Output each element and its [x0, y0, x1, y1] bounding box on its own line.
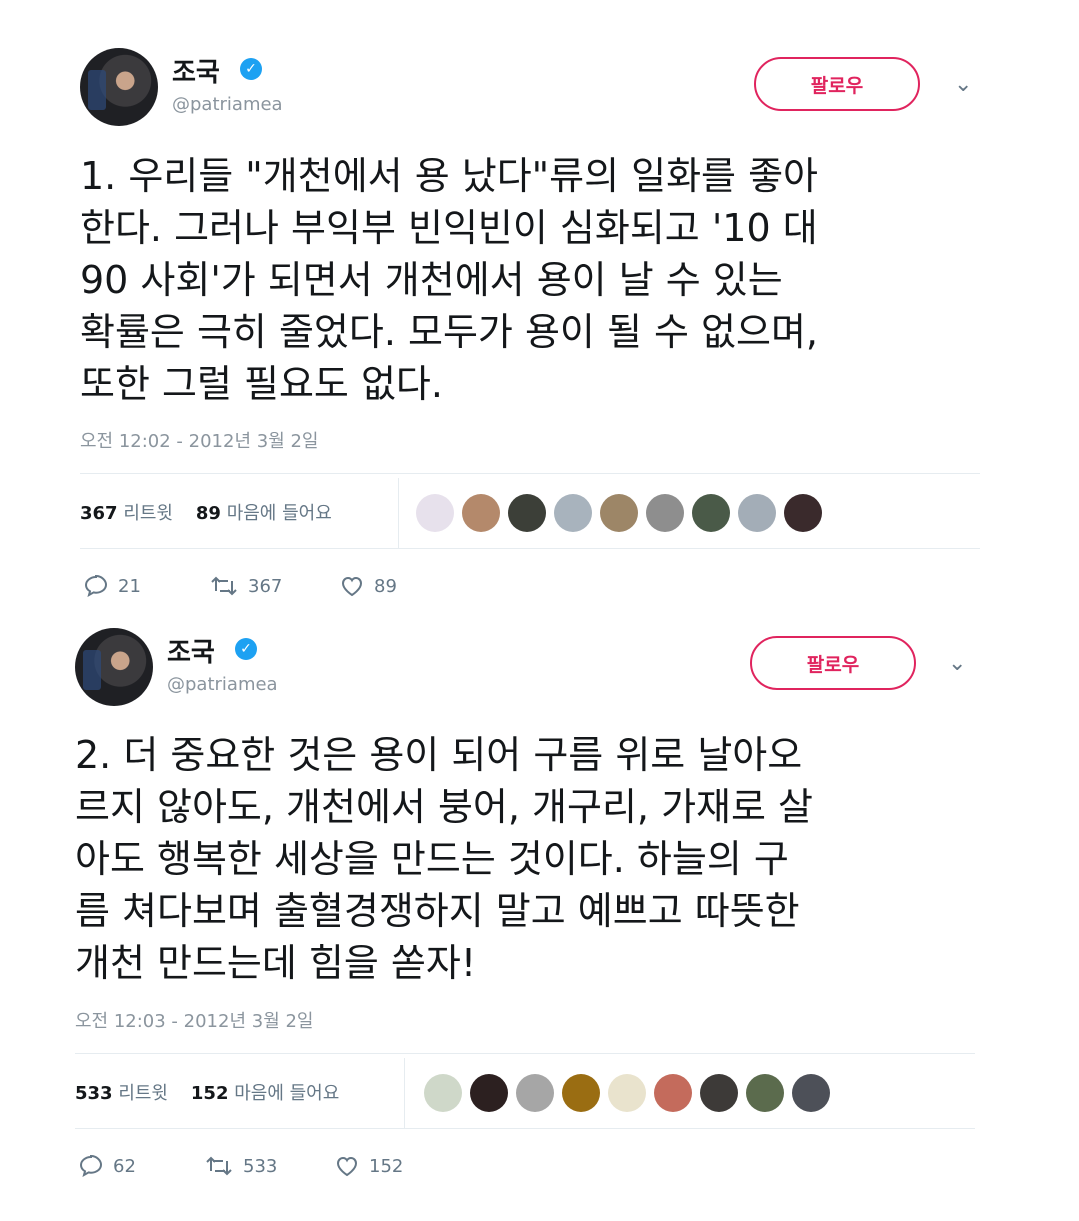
divider — [80, 548, 980, 549]
reply-count: 62 — [113, 1155, 136, 1177]
liker-avatar[interactable] — [424, 1074, 462, 1112]
reply-icon — [84, 575, 108, 597]
like-count: 152 — [369, 1155, 404, 1177]
tweet-text: 2. 더 중요한 것은 용이 되어 구름 위로 날아오 르지 않아도, 개천에서… — [75, 733, 813, 985]
engagement-stats: 367 리트윗 89 마음에 들어요 — [80, 499, 332, 525]
follow-button[interactable]: 팔로우 — [754, 57, 920, 111]
liker-avatar[interactable] — [516, 1074, 554, 1112]
liker-avatar[interactable] — [692, 494, 730, 532]
liker-avatar[interactable] — [608, 1074, 646, 1112]
liker-avatar[interactable] — [562, 1074, 600, 1112]
avatar[interactable] — [75, 628, 153, 706]
like-action[interactable]: 89 — [340, 575, 397, 597]
liker-avatar[interactable] — [416, 494, 454, 532]
handle[interactable]: @patriamea — [167, 674, 278, 695]
retweet-stat[interactable]: 367 리트윗 — [80, 503, 173, 524]
divider — [80, 473, 980, 474]
liker-avatar[interactable] — [700, 1074, 738, 1112]
reply-count: 21 — [118, 575, 141, 597]
liker-avatar[interactable] — [746, 1074, 784, 1112]
retweet-stat[interactable]: 533 리트윗 — [75, 1083, 168, 1104]
verified-badge-icon: ✓ — [240, 58, 262, 80]
retweet-icon — [206, 1156, 232, 1176]
liker-avatar[interactable] — [738, 494, 776, 532]
liker-avatar[interactable] — [508, 494, 546, 532]
liker-avatar[interactable] — [554, 494, 592, 532]
retweet-icon — [211, 576, 237, 596]
likers-avatars — [416, 494, 822, 532]
heart-icon — [341, 576, 363, 597]
retweet-action[interactable]: 367 — [210, 575, 282, 597]
timestamp[interactable]: 오전 12:03 - 2012년 3월 2일 — [75, 1007, 314, 1033]
liker-avatar[interactable] — [792, 1074, 830, 1112]
engagement-stats: 533 리트윗 152 마음에 들어요 — [75, 1079, 339, 1105]
divider — [404, 1058, 405, 1128]
chevron-down-icon[interactable]: ⌄ — [948, 651, 966, 676]
divider — [75, 1053, 975, 1054]
reply-icon — [79, 1155, 103, 1177]
timestamp[interactable]: 오전 12:02 - 2012년 3월 2일 — [80, 427, 319, 453]
retweet-action[interactable]: 533 — [205, 1155, 277, 1177]
liker-avatar[interactable] — [654, 1074, 692, 1112]
verified-badge-icon: ✓ — [235, 638, 257, 660]
likes-stat[interactable]: 152 마음에 들어요 — [191, 1083, 339, 1104]
liker-avatar[interactable] — [470, 1074, 508, 1112]
retweet-count: 533 — [243, 1155, 278, 1177]
liker-avatar[interactable] — [646, 494, 684, 532]
likers-avatars — [424, 1074, 830, 1112]
divider — [75, 1128, 975, 1129]
liker-avatar[interactable] — [784, 494, 822, 532]
reply-action[interactable]: 62 — [79, 1155, 136, 1177]
like-action[interactable]: 152 — [335, 1155, 403, 1177]
reply-action[interactable]: 21 — [84, 575, 141, 597]
liker-avatar[interactable] — [600, 494, 638, 532]
like-count: 89 — [374, 575, 397, 597]
retweet-count: 367 — [248, 575, 283, 597]
heart-icon — [336, 1156, 358, 1177]
tweet-2: 조국 ✓ @patriamea 팔로우 ⌄ 2. 더 중요한 것은 용이 되어 … — [0, 615, 1079, 1221]
likes-stat[interactable]: 89 마음에 들어요 — [196, 503, 332, 524]
display-name[interactable]: 조국 — [167, 632, 215, 669]
avatar[interactable] — [80, 48, 158, 126]
divider — [398, 478, 399, 548]
tweet-1: 조국 ✓ @patriamea 팔로우 ⌄ 1. 우리들 "개천에서 용 났다"… — [0, 0, 1079, 615]
display-name[interactable]: 조국 — [172, 52, 220, 89]
chevron-down-icon[interactable]: ⌄ — [954, 72, 972, 97]
handle[interactable]: @patriamea — [172, 94, 283, 115]
follow-button[interactable]: 팔로우 — [750, 636, 916, 690]
tweet-text: 1. 우리들 "개천에서 용 났다"류의 일화를 좋아 한다. 그러나 부익부 … — [80, 154, 819, 406]
liker-avatar[interactable] — [462, 494, 500, 532]
